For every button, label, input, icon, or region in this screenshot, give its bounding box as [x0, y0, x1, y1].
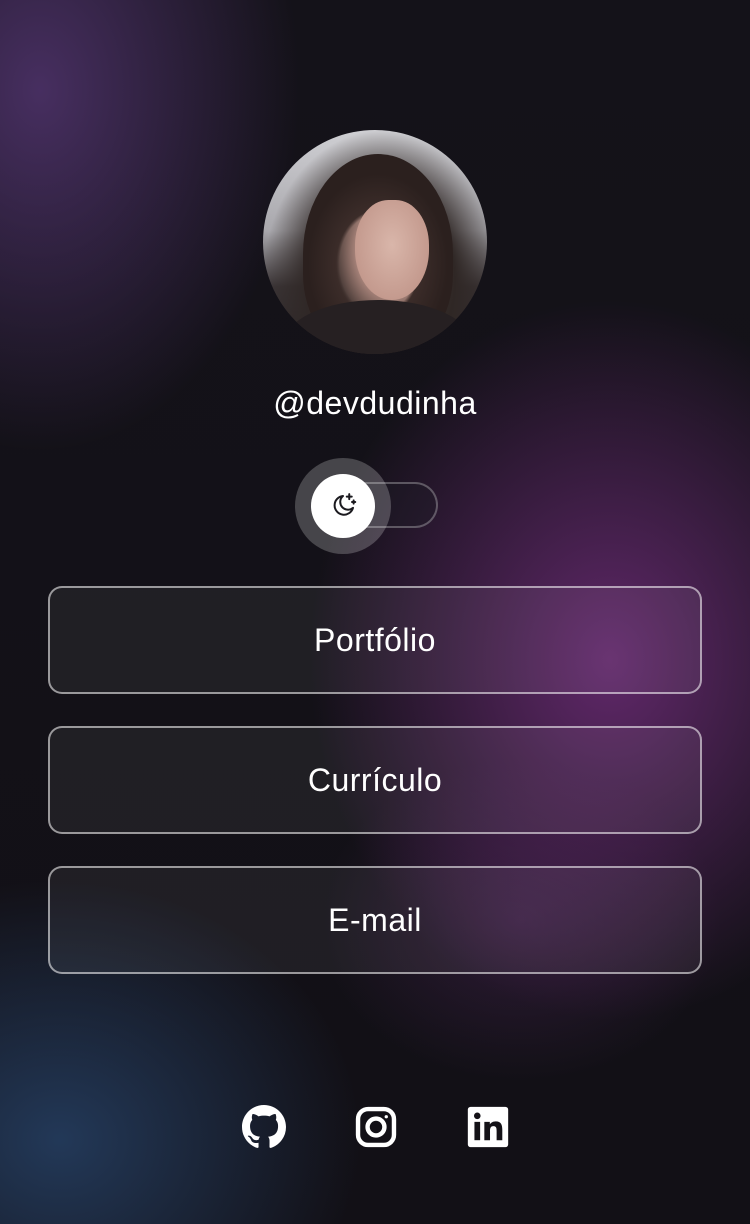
- linktree-page: @devdudinha Portfólio Currículo E-mail: [0, 0, 750, 1224]
- email-button[interactable]: E-mail: [48, 866, 702, 974]
- curriculo-button[interactable]: Currículo: [48, 726, 702, 834]
- linkedin-icon: [467, 1106, 509, 1148]
- instagram-icon: [355, 1106, 397, 1148]
- toggle-knob[interactable]: [311, 474, 375, 538]
- linkedin-link[interactable]: [465, 1104, 511, 1150]
- github-link[interactable]: [241, 1104, 287, 1150]
- avatar-face: [355, 200, 429, 300]
- moon-stars-icon: [333, 493, 357, 516]
- avatar: [263, 130, 487, 354]
- username: @devdudinha: [273, 385, 477, 421]
- github-icon: [242, 1105, 286, 1148]
- portfolio-button[interactable]: Portfólio: [48, 586, 702, 694]
- instagram-link[interactable]: [353, 1104, 399, 1150]
